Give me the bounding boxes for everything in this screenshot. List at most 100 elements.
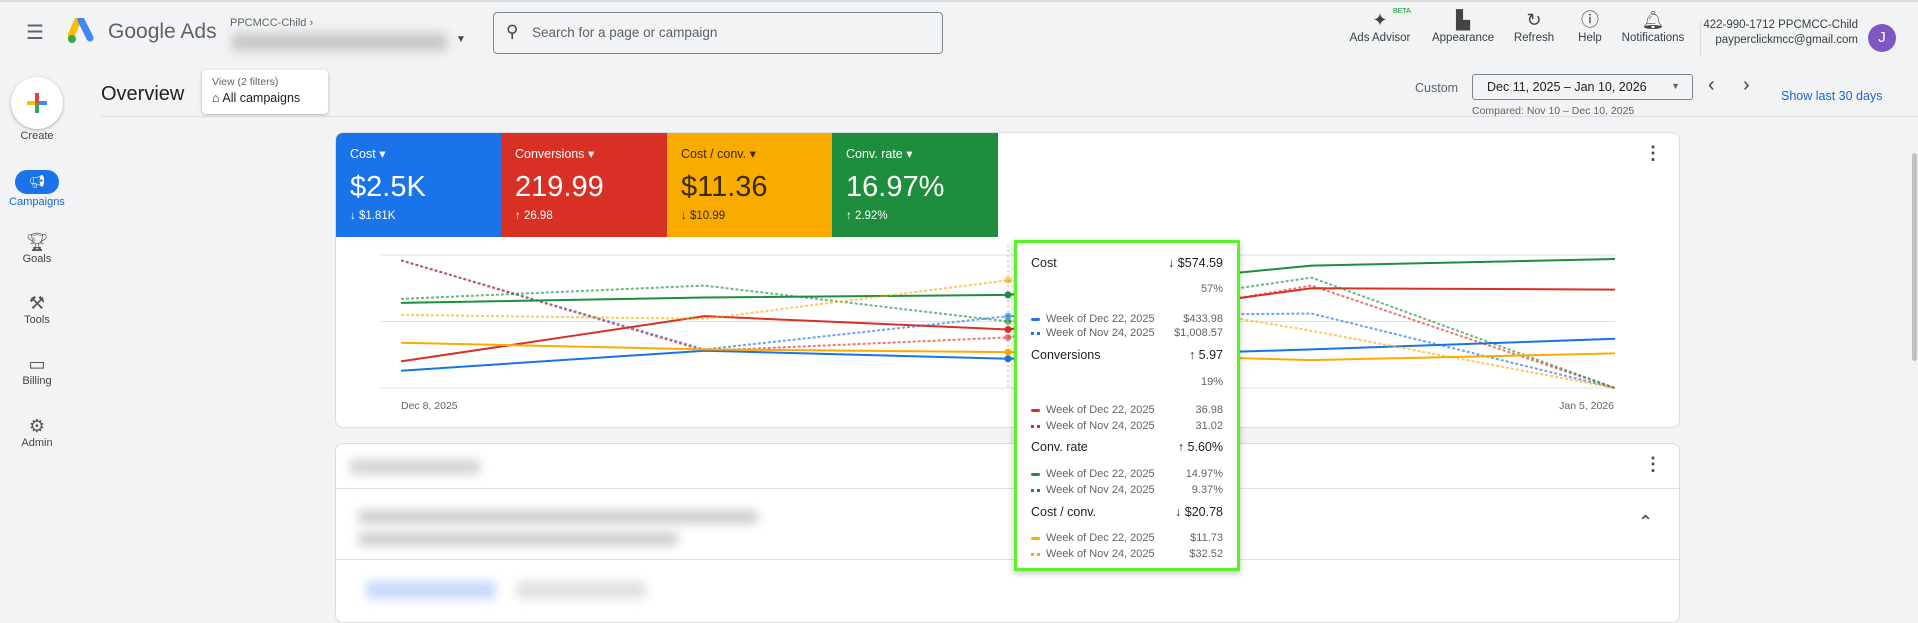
create-label: Create	[20, 130, 54, 142]
previous-range-button[interactable]: ‹	[1708, 74, 1715, 97]
tooltip-row-value: 36.98	[1195, 404, 1223, 416]
date-range-picker[interactable]: Dec 11, 2025 – Jan 10, 2026 ▼	[1472, 74, 1693, 100]
card-title-blurred	[350, 459, 480, 475]
tooltip-metric-change: ↓ $20.78	[1175, 505, 1223, 519]
tooltip-metric-name: Conversions	[1031, 348, 1101, 362]
search-icon: ⚲	[506, 22, 519, 41]
appearance-label: Appearance	[1431, 32, 1495, 44]
scrollbar[interactable]	[1912, 153, 1917, 361]
tooltip-row-label: Week of Dec 22, 2025	[1046, 532, 1155, 544]
plus-icon	[27, 93, 47, 113]
view-filter-button[interactable]: View (2 filters) ⌂ All campaigns	[202, 70, 328, 114]
trophy-icon: 🏆︎	[25, 232, 49, 252]
page-title: Overview	[101, 83, 185, 105]
create-button[interactable]	[11, 77, 63, 129]
next-range-button[interactable]: ›	[1743, 74, 1750, 97]
divider	[336, 559, 1679, 560]
dotted-line-swatch	[1031, 424, 1040, 428]
dotted-line-swatch	[1031, 552, 1040, 556]
menu-icon[interactable]: ☰	[26, 20, 44, 45]
tooltip-percent: 19%	[1200, 376, 1223, 388]
tooltip-row: Week of Nov 24, 2025 31.02	[1031, 418, 1223, 434]
top-border	[0, 0, 1918, 2]
solid-line-swatch	[1031, 317, 1040, 321]
credit-card-icon: ▭	[28, 354, 46, 374]
show-last-30-days-link[interactable]: Show last 30 days	[1781, 89, 1882, 103]
account-name-blurred[interactable]	[232, 33, 447, 51]
tooltip-row-value: 14.97%	[1185, 468, 1223, 480]
hover-point	[1004, 325, 1012, 333]
avatar[interactable]: J	[1868, 24, 1896, 52]
sidebar-item-goals[interactable]: 🏆︎ Goals	[0, 231, 74, 265]
tooltip-row-value: 31.02	[1195, 420, 1223, 432]
tooltip-section-header: Conv. rate ↑ 5.60%	[1031, 439, 1223, 455]
hover-point	[1004, 318, 1012, 325]
recommendations-card: ⋮ ⌃	[335, 443, 1680, 623]
dotted-line-swatch	[1031, 488, 1040, 492]
tooltip-metric-name: Cost / conv.	[1031, 505, 1097, 519]
line-chart	[381, 245, 1616, 389]
hover-point	[1004, 333, 1012, 341]
more-options-icon[interactable]: ⋮	[1644, 454, 1662, 475]
sidebar-item-campaigns[interactable]: 📢︎ Campaigns	[0, 170, 74, 208]
header-divider	[1700, 20, 1701, 56]
tooltip-row-value: 9.37%	[1191, 484, 1223, 496]
ads-advisor-button[interactable]: ✦ Ads Advisor BETA	[1335, 8, 1425, 44]
search-input[interactable]: Search for a page or campaign	[532, 25, 717, 40]
date-range-value: Dec 11, 2025 – Jan 10, 2026	[1487, 80, 1647, 94]
sidebar-item-billing[interactable]: ▭ Billing	[0, 353, 74, 387]
sidebar-item-tools[interactable]: ⚒ Tools	[0, 292, 74, 326]
tooltip-row: Week of Dec 22, 2025 36.98	[1031, 402, 1223, 418]
beta-badge: BETA	[1391, 8, 1413, 15]
hover-point	[1004, 355, 1012, 363]
tooltip-row: Week of Nov 24, 2025 $1,008.57	[1031, 325, 1223, 341]
sidebar-label: Tools	[24, 314, 50, 326]
chevron-up-icon[interactable]: ⌃	[1638, 512, 1653, 533]
dropdown-arrow-icon: ▼	[1671, 81, 1680, 91]
tooltip-row-value: $1,008.57	[1174, 327, 1223, 339]
sidebar-label: Billing	[22, 375, 52, 387]
sidebar-item-admin[interactable]: ⚙ Admin	[0, 415, 74, 449]
account-breadcrumb[interactable]: PPCMCC-Child ›	[230, 17, 313, 29]
card-text-blurred	[358, 532, 678, 546]
dotted-line-swatch	[1031, 331, 1040, 335]
tooltip-row: Week of Dec 22, 2025 $11.73	[1031, 530, 1223, 546]
tooltip-row-label: Week of Nov 24, 2025	[1046, 484, 1155, 496]
tooltip-row-value: $11.73	[1190, 532, 1223, 544]
ads-advisor-label: Ads Advisor	[1349, 32, 1411, 44]
hover-point	[1004, 276, 1012, 284]
tooltip-row-label: Week of Dec 22, 2025	[1046, 468, 1155, 480]
action-button-blurred[interactable]	[366, 581, 496, 599]
solid-line-swatch	[1031, 472, 1040, 476]
header-separator	[101, 116, 1918, 117]
account-parent: PPCMCC-Child	[230, 17, 307, 29]
app-name: Google Ads	[108, 20, 217, 43]
divider	[336, 488, 1679, 489]
tools-icon: ⚒	[28, 293, 46, 313]
google-ads-logo	[68, 18, 94, 43]
bell-icon: 🔔︎	[1641, 10, 1665, 30]
tooltip-row-label: Week of Dec 22, 2025	[1046, 313, 1155, 325]
hover-point	[1004, 348, 1012, 356]
tooltip-row-label: Week of Nov 24, 2025	[1046, 327, 1155, 339]
tooltip-metric-name: Conv. rate	[1031, 440, 1088, 454]
tooltip-metric-change: ↑ 5.97	[1188, 348, 1223, 362]
search-box[interactable]: ⚲ Search for a page or campaign	[493, 12, 943, 54]
sidebar-label: Goals	[22, 253, 52, 265]
tooltip-metric-name: Cost	[1031, 256, 1057, 270]
action-button-blurred[interactable]	[516, 581, 646, 599]
tooltip-row: Week of Nov 24, 2025 9.37%	[1031, 482, 1223, 498]
sidebar-label: Campaigns	[9, 196, 65, 208]
tooltip-metric-change: ↑ 5.60%	[1177, 440, 1223, 454]
home-icon: ⌂	[212, 91, 220, 105]
account-info[interactable]: 422-990-1712 PPCMCC-Child payperclickmcc…	[1703, 18, 1858, 48]
tooltip-row: Week of Nov 24, 2025 $32.52	[1031, 546, 1223, 562]
hover-point	[1004, 291, 1012, 299]
performance-chart-card: Cost ▾ $2.5K ↓ $1.81K Conversions ▾ 219.99 ↑…	[335, 132, 1680, 428]
notifications-button[interactable]: 🔔︎ Notifications	[1608, 8, 1698, 44]
tooltip-row-label: Week of Nov 24, 2025	[1046, 548, 1155, 560]
help-label: Help	[1578, 32, 1602, 44]
chevron-right-icon: ›	[309, 17, 314, 29]
megaphone-icon: 📢︎	[15, 170, 59, 194]
account-dropdown-icon[interactable]: ▼	[456, 34, 466, 45]
